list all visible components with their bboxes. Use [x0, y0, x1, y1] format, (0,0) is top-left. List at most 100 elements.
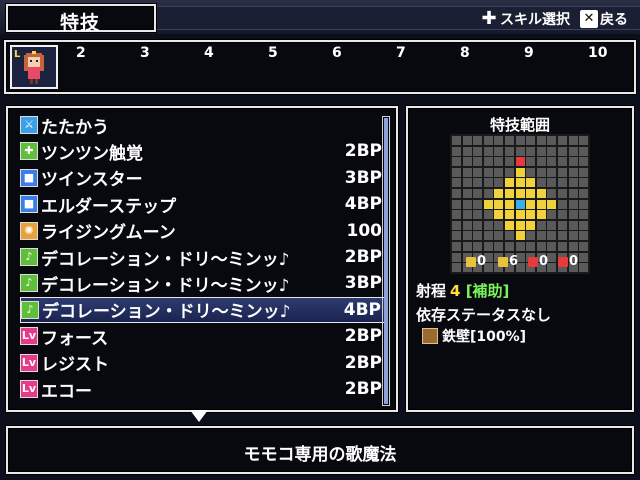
skill-name: フォース — [41, 328, 109, 349]
party-slot-number[interactable]: 9 — [524, 45, 534, 61]
skill-row[interactable]: Lv フォース 2BP — [20, 323, 388, 349]
range-cell — [473, 220, 483, 230]
range-cell — [526, 178, 536, 188]
range-cell — [473, 167, 483, 177]
range-cell — [558, 189, 567, 198]
range-cell — [568, 242, 578, 251]
range-cell — [462, 157, 472, 167]
range-cell — [515, 231, 525, 241]
up-arrow-icon — [528, 256, 538, 267]
music-plus-icon: ♪ — [20, 274, 38, 293]
skill-cost: 2BP — [344, 247, 382, 267]
skill-row[interactable]: ■ ツインスター 3BP — [20, 165, 388, 191]
lv-icon: Lv — [20, 380, 38, 398]
range-cell — [452, 210, 461, 220]
back-hint[interactable]: ✕ 戻る — [580, 9, 628, 29]
skill-cost: 3BP — [344, 273, 382, 294]
range-cell — [483, 231, 493, 241]
range-info: 射程 4 [補助] — [416, 280, 509, 301]
range-cell — [536, 220, 546, 230]
skill-cost: 2BP — [344, 141, 382, 162]
skill-name: ライジングムーン — [41, 223, 176, 244]
passive-label: 鉄壁[100%] — [442, 329, 527, 345]
skill-select-hint[interactable]: ✚ スキル選択 — [480, 9, 570, 29]
range-cell — [494, 231, 504, 241]
party-slot-number[interactable]: 5 — [268, 45, 278, 61]
range-cell — [505, 210, 514, 220]
modifier-value: 6 — [509, 254, 519, 269]
range-cell — [462, 220, 472, 230]
sword-icon: ⚔ — [20, 116, 38, 134]
skill-row[interactable]: ⚔ たたかう — [20, 112, 388, 138]
range-cell — [505, 157, 514, 167]
range-cell — [536, 231, 546, 241]
stat-modifier: 6 — [498, 254, 518, 269]
modifier-value: 0 — [569, 254, 579, 269]
range-cell — [536, 199, 546, 209]
range-cell — [462, 199, 472, 209]
range-cell — [536, 136, 546, 145]
stat-modifier: 0 — [466, 254, 486, 269]
party-slot-number[interactable]: 8 — [460, 45, 470, 61]
skill-row[interactable]: ✚ ツンツン触覚 2BP — [20, 138, 388, 164]
range-cell — [515, 167, 525, 177]
range-cell — [579, 178, 589, 188]
party-slot-number[interactable]: 2 — [76, 45, 86, 61]
range-cell — [473, 136, 483, 145]
range-cell — [526, 136, 536, 145]
range-cell — [526, 220, 536, 230]
skill-row[interactable]: ♪ デコレーション・ドリ〜ミンッ♪ 3BP — [20, 270, 388, 296]
range-cell — [462, 231, 472, 241]
range-cell — [536, 242, 546, 251]
skill-row[interactable]: Lv レジスト 2BP — [20, 350, 388, 376]
skill-row[interactable]: ♪ デコレーション・ドリ〜ミンッ♪ 4BP — [20, 296, 388, 323]
range-cell — [547, 199, 557, 209]
range-cell — [505, 220, 514, 230]
range-cell — [494, 157, 504, 167]
range-grid — [450, 134, 590, 274]
range-cell — [536, 157, 546, 167]
skill-name: デコレーション・ドリ〜ミンッ♪ — [41, 249, 290, 270]
range-cell — [452, 189, 461, 198]
skill-row[interactable]: ■ エルダーステップ 4BP — [20, 191, 388, 217]
scrollbar-thumb[interactable] — [384, 118, 388, 404]
range-cell — [568, 178, 578, 188]
stat-modifier: 0 — [558, 254, 578, 269]
range-cell — [452, 231, 461, 241]
skill-row[interactable]: Lv エコー 2BP — [20, 376, 388, 402]
range-cell — [452, 263, 461, 273]
skill-cost: 4BP — [343, 299, 381, 320]
range-cell — [558, 199, 567, 209]
range-cell — [579, 136, 589, 145]
party-slot-number[interactable]: 3 — [140, 45, 150, 61]
square-icon: ■ — [20, 195, 38, 214]
range-cell — [558, 146, 567, 156]
skill-row[interactable]: ✺ ライジングムーン 100 — [20, 218, 388, 244]
skill-cost: 2BP — [344, 379, 382, 399]
range-cell — [452, 136, 461, 145]
down-arrow-icon — [558, 256, 568, 267]
range-cell — [579, 220, 589, 230]
skill-name: レジスト — [41, 355, 109, 376]
party-slot-number[interactable]: 4 — [204, 45, 214, 61]
range-cell — [526, 242, 536, 251]
scroll-down-arrow-icon[interactable] — [190, 410, 208, 422]
range-cell — [568, 189, 578, 198]
range-cell — [452, 242, 461, 251]
party-slot-number[interactable]: 10 — [588, 45, 607, 61]
scrollbar[interactable] — [382, 116, 390, 406]
plus-icon: ✚ — [20, 142, 38, 161]
range-cell — [462, 178, 472, 188]
lv-icon: Lv — [20, 353, 38, 372]
range-cell — [452, 220, 461, 230]
range-cell — [473, 146, 483, 156]
skill-name: エコー — [41, 381, 92, 402]
party-slot-number[interactable]: 6 — [332, 45, 342, 61]
range-cell — [568, 199, 578, 209]
skill-row[interactable]: ♪ デコレーション・ドリ〜ミンッ♪ 2BP — [20, 244, 388, 270]
range-cell — [579, 189, 589, 198]
range-cell — [505, 242, 514, 251]
party-slot-1[interactable]: L — [10, 45, 58, 89]
party-slot-number[interactable]: 7 — [396, 45, 406, 61]
range-cell — [547, 189, 557, 198]
